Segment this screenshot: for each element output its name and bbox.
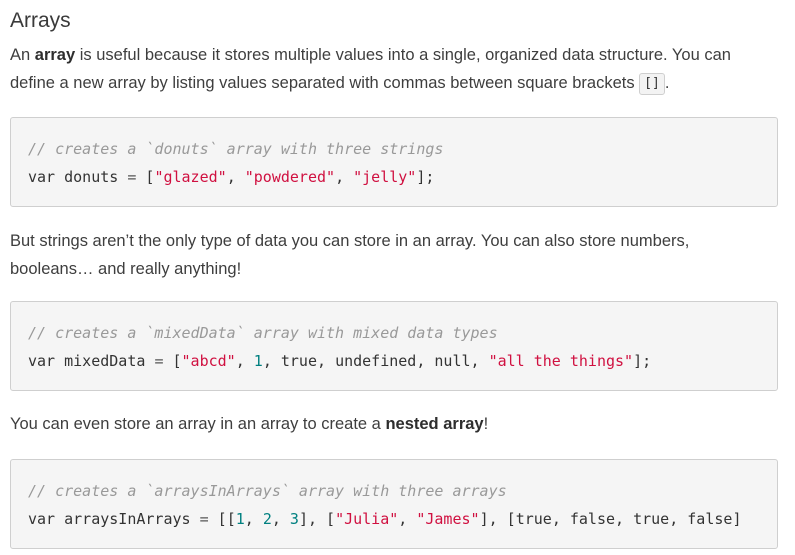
section-heading: Arrays [10,9,71,32]
code-literal: true [633,510,670,528]
code-comma: , [488,510,498,528]
inline-code-brackets: [] [639,73,665,95]
code-comma: , [317,352,327,370]
code-comma: , [335,168,345,186]
code-comment: // creates a `mixedData` array with mixe… [28,324,498,342]
code-literal: undefined [335,352,417,370]
nested-bold-term: nested array [385,415,484,433]
code-literal: null [434,352,471,370]
code-operator: = [154,352,164,370]
code-block-donuts: // creates a `donuts` array with three s… [10,117,778,207]
code-bracket-end: ]; [633,352,652,370]
intro-text-middle: is useful because it stores multiple val… [10,46,731,92]
intro-text-end: . [664,74,670,92]
nested-paragraph: You can even store an array in an array … [10,410,770,438]
code-bracket: [ [506,510,516,528]
code-bracket-end: ]; [416,168,435,186]
article: Arrays An array is useful because it sto… [0,0,795,555]
code-string: "glazed" [154,168,227,186]
nested-text-start: You can even store an array in an array … [10,415,386,433]
code-block-nested-arrays: // creates a `arraysInArrays` array with… [10,459,778,549]
code-number: 1 [235,510,245,528]
code-literal: true [515,510,552,528]
code-comment: // creates a `donuts` array with three s… [28,140,444,158]
code-string: "abcd" [181,352,236,370]
code-literal: false [687,510,733,528]
intro-paragraph: An array is useful because it stores mul… [10,41,770,97]
code-string: "Julia" [335,510,399,528]
nested-text-end: ! [483,415,489,433]
code-keyword: var [28,352,56,370]
code-comma: , [416,352,426,370]
code-literal: true [280,352,317,370]
code-bracket: [ [172,352,182,370]
code-comma: , [615,510,625,528]
code-keyword: var [28,168,56,186]
code-string: "powdered" [244,168,336,186]
code-comma: , [551,510,561,528]
code-string: "James" [416,510,480,528]
code-string: "all the things" [488,352,634,370]
code-string: "jelly" [353,168,417,186]
code-comma: , [262,352,272,370]
intro-bold-term: array [34,46,76,64]
code-comment: // creates a `arraysInArrays` array with… [28,482,507,500]
code-bracket: [ [326,510,336,528]
code-bracket: [ [226,510,236,528]
code-number: 3 [289,510,299,528]
code-keyword: var [28,510,56,528]
code-operator: = [199,510,209,528]
code-operator: = [127,168,137,186]
code-literal: false [569,510,616,528]
intro-text-start: An [10,46,35,64]
code-comma: , [226,168,236,186]
code-comma: , [235,352,245,370]
code-variable: mixedData [64,352,146,370]
code-bracket: ] [298,510,308,528]
code-variable: donuts [64,168,119,186]
code-comma: , [307,510,317,528]
code-bracket: ] [732,510,742,528]
code-comma: , [398,510,408,528]
code-bracket: [ [217,510,227,528]
code-comma: , [244,510,254,528]
code-number: 2 [262,510,272,528]
code-comma: , [470,352,480,370]
code-comma: , [271,510,281,528]
code-bracket: ] [479,510,489,528]
strings-paragraph: But strings aren’t the only type of data… [10,232,690,278]
code-comma: , [669,510,679,528]
code-block-mixed-data: // creates a `mixedData` array with mixe… [10,301,778,391]
code-number: 1 [253,352,263,370]
code-variable: arraysInArrays [64,510,191,528]
